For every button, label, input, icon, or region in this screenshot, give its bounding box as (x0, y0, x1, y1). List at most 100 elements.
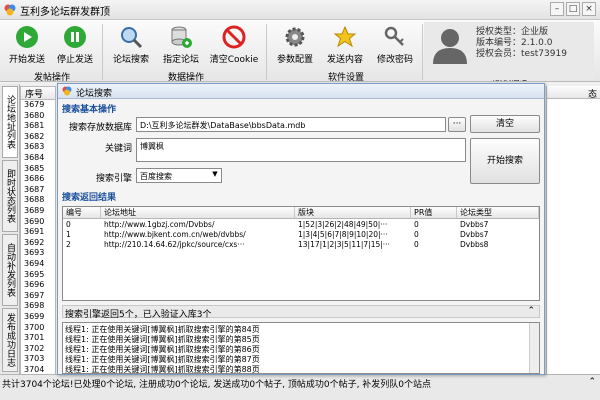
license-panel: 授权类型：企业版 版本编号：2.1.0.0 授权会员：test73919 (424, 22, 594, 80)
settings-button[interactable]: 参数配置 (272, 22, 318, 68)
start-search-button[interactable]: 开始搜索 (470, 138, 540, 184)
col-header-type[interactable]: 论坛类型 (457, 207, 539, 219)
result-cell-board[interactable]: 1|3|4|5|6|7|8|9|10|20|··· (295, 230, 411, 240)
grid-row[interactable]: 3700 (21, 323, 55, 334)
col-header-board[interactable]: 版块 (295, 207, 411, 219)
star-icon (332, 24, 358, 50)
grid-row[interactable]: 3694 (21, 259, 55, 270)
change-password-button[interactable]: 修改密码 (372, 22, 418, 68)
grid-row[interactable]: 3702 (21, 344, 55, 355)
keyword-input[interactable]: 博翼枫 (136, 138, 466, 162)
dialog-titlebar: 论坛搜索 (58, 84, 544, 99)
grid-row[interactable]: 3689 (21, 206, 55, 217)
grid-row[interactable]: 3681 (21, 121, 55, 132)
grid-header-index: 序号 (21, 87, 55, 100)
results-summary: 搜索引擎返回5个，已入验证入库3个 (65, 310, 212, 320)
col-header-url[interactable]: 论坛地址 (101, 207, 295, 219)
tab-success-log[interactable]: 发布成功日志 (2, 308, 18, 372)
clear-button[interactable]: 清空 (470, 115, 540, 133)
grid-row[interactable]: 3687 (21, 185, 55, 196)
grid-row[interactable]: 3690 (21, 217, 55, 228)
grid-header-status: 态 (587, 90, 597, 100)
grid-row[interactable]: 3701 (21, 333, 55, 344)
result-cell-pr[interactable]: 0 (411, 230, 457, 240)
close-button[interactable]: × (582, 2, 596, 16)
results-table: 编号 论坛地址 版块 PR值 论坛类型 0 http://www.1gbzj.co… (62, 206, 540, 301)
result-cell-type[interactable]: Dvbbs7 (457, 220, 539, 230)
result-cell-pr[interactable]: 0 (411, 220, 457, 230)
tab-forum-list[interactable]: 论坛地址列表 (2, 86, 18, 158)
forum-search-dialog: 论坛搜索 搜索基本操作 搜索存放数据库 D:\互利多论坛群发\DataBase\… (57, 83, 545, 375)
keyword-label: 关键词 (104, 144, 132, 154)
grid-row[interactable]: 3684 (21, 153, 55, 164)
result-cell-url[interactable]: http://www.1gbzj.com/Dvbbs/ (101, 220, 295, 230)
group-label-settings: 软件设置 (327, 73, 364, 83)
status-expand-icon[interactable]: ⌃ (588, 377, 596, 387)
forum-search-button[interactable]: 论坛搜索 (108, 22, 154, 68)
clear-cookie-button[interactable]: 清空Cookie (208, 22, 260, 68)
engine-label: 搜索引擎 (95, 174, 132, 184)
grid-row[interactable]: 3686 (21, 174, 55, 185)
result-cell-board[interactable]: 13|17|1|2|3|5|11|7|15|··· (295, 240, 411, 250)
grid-row[interactable]: 3688 (21, 195, 55, 206)
grid-row[interactable]: 3683 (21, 142, 55, 153)
grid-row[interactable]: 3697 (21, 291, 55, 302)
grid-row[interactable]: 3703 (21, 354, 55, 365)
grid-row[interactable]: 3693 (21, 248, 55, 259)
title-bar: 互利多论坛群发群顶 – □ × (0, 0, 600, 20)
grid-row[interactable]: 3685 (21, 164, 55, 175)
result-cell-id[interactable]: 2 (63, 240, 101, 250)
grid-row[interactable]: 3695 (21, 270, 55, 281)
result-cell-type[interactable]: Dvbbs7 (457, 230, 539, 240)
grid-row[interactable]: 3679 (21, 100, 55, 111)
result-cell-url[interactable]: http://210.14.64.62/jpkc/source/cxs··· (101, 240, 295, 250)
grid-row[interactable]: 3680 (21, 111, 55, 122)
app-logo-icon (4, 4, 16, 16)
log-scrollbar[interactable] (529, 323, 539, 373)
grid-row[interactable]: 3698 (21, 301, 55, 312)
user-avatar-icon (433, 29, 467, 64)
forum-grid: 序号 3679 3680 3681 3682 3683 3684 3685 3686 3687 3… (20, 86, 56, 376)
grid-row[interactable]: 3691 (21, 227, 55, 238)
database-icon (168, 24, 194, 50)
result-cell-pr[interactable]: 0 (411, 240, 457, 250)
col-header-id[interactable]: 编号 (63, 207, 101, 219)
collapse-icon[interactable]: ⌃ (527, 306, 535, 316)
log-line: 线程1: 正在使用关键词[博翼枫]抓取搜索引擎的第88页 (65, 365, 260, 374)
stop-send-button[interactable]: 停止发送 (52, 22, 98, 68)
start-send-button[interactable]: 开始发送 (4, 22, 50, 68)
status-bar: 共计3704个论坛!已处理0个论坛, 注册成功0个论坛, 发送成功0个帖子, 顶… (0, 374, 600, 400)
maximize-button[interactable]: □ (566, 2, 580, 16)
specify-forum-button[interactable]: 指定论坛 (158, 22, 204, 68)
magnify-icon (118, 24, 144, 50)
send-content-button[interactable]: 发送内容 (322, 22, 368, 68)
side-tab-strip: 论坛地址列表 即时状态列表 自动补发列表 发布成功日志 (0, 84, 20, 374)
group-label-data: 数据操作 (167, 73, 204, 83)
col-header-pr[interactable]: PR值 (411, 207, 457, 219)
result-cell-board[interactable]: 1|52|3|26|2|48|49|50|··· (295, 220, 411, 230)
grid-row[interactable]: 3682 (21, 132, 55, 143)
grid-row[interactable]: 3692 (21, 238, 55, 249)
grid-status-column: 态 (546, 86, 600, 376)
db-path-input[interactable]: D:\互利多论坛群发\DataBase\bbsData.mdb (136, 117, 446, 132)
gear-icon (282, 24, 308, 50)
dialog-logo-icon (62, 86, 72, 96)
chevron-down-icon[interactable]: ▼ (210, 170, 220, 181)
grid-row[interactable]: 3699 (21, 312, 55, 323)
results-summary-bar: 搜索引擎返回5个，已入验证入库3个 ⌃ (62, 305, 540, 320)
grid-row[interactable]: 3696 (21, 280, 55, 291)
no-icon (221, 24, 247, 50)
tab-auto-repost[interactable]: 自动补发列表 (2, 234, 18, 306)
result-cell-id[interactable]: 0 (63, 220, 101, 230)
tab-live-status[interactable]: 即时状态列表 (2, 160, 18, 232)
play-icon (14, 24, 40, 50)
browse-button[interactable]: ··· (448, 117, 466, 132)
section-basic-ops: 搜索基本操作 (62, 105, 117, 115)
dialog-title: 论坛搜索 (76, 89, 113, 99)
result-cell-type[interactable]: Dvbbs8 (457, 240, 539, 250)
minimize-button[interactable]: – (550, 2, 564, 16)
result-cell-url[interactable]: http://www.bjkent.com.cn/web/dvbbs/ (101, 230, 295, 240)
pause-icon (62, 24, 88, 50)
log-panel: 线程1: 正在使用关键词[博翼枫]抓取搜索引擎的第84页 线程1: 正在使用关键词… (62, 322, 540, 374)
result-cell-id[interactable]: 1 (63, 230, 101, 240)
